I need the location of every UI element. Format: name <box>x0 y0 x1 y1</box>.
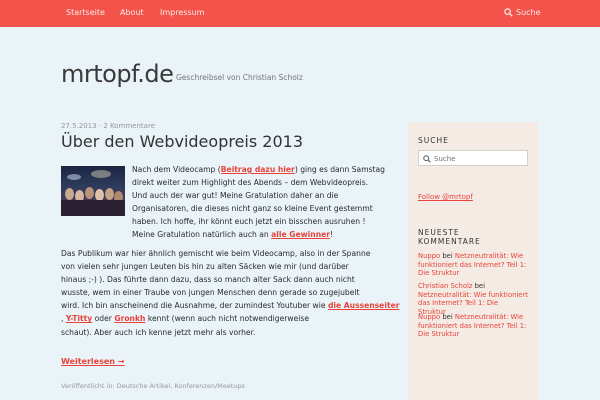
p1-line: haben. Ich hoffe, ihr könnt euch jetzt e… <box>132 217 366 227</box>
search-icon <box>423 155 431 163</box>
post-paragraph-2: Das Publikum war hier ähnlich gemischt w… <box>61 247 406 339</box>
recent-comments-heading-line-1: NEUESTE <box>418 228 460 237</box>
post-comments-link[interactable]: 2 Kommentare <box>103 122 155 130</box>
alle-gewinner-link[interactable]: alle Gewinner <box>271 230 330 239</box>
sidebar-search-box[interactable] <box>418 150 528 166</box>
top-navigation-bar: Startseite About Impressum Suche <box>0 0 600 27</box>
p2-line: Das Publikum war hier ähnlich gemischt w… <box>61 249 371 258</box>
follow-link[interactable]: Follow @mrtopf <box>418 193 473 201</box>
p2-line: schaut). Aber auch ich kenne jetzt mehr … <box>61 327 256 337</box>
nav-item-startseite[interactable]: Startseite <box>66 8 105 17</box>
post-thumbnail-image <box>61 166 125 216</box>
comment-author[interactable]: Christian Scholz <box>418 282 472 290</box>
p2-line: wusste, wem in einer Traube von jungen M… <box>61 288 360 298</box>
nav-search-label: Suche <box>516 8 541 17</box>
p2-line: von vielen sehr jungen Leuten bis hin zu… <box>61 262 349 272</box>
recent-comment-item: Nuppo bei Netzneutralität: Wie funktionie… <box>418 313 527 339</box>
recent-comment-item: Nuppo bei Netzneutralität: Wie funktionie… <box>418 252 527 278</box>
p1-line: Nach dem Videocamp (Beitrag dazu hier) g… <box>132 165 385 174</box>
gronkh-link[interactable]: Gronkh <box>114 314 145 323</box>
comment-author[interactable]: Nuppo <box>418 313 440 321</box>
sidebar: SUCHE Follow @mrtopf NEUESTE KOMMENTARE … <box>408 122 538 400</box>
sidebar-search-input[interactable] <box>434 153 524 164</box>
p2-line: wird. Ich bin anscheinend die Ausnahme, … <box>61 301 400 311</box>
p1-line: Organisatoren, die dieses nicht ganz so … <box>132 204 373 214</box>
recent-comment-item: Christian Scholz bei Netzneutralität: Wi… <box>418 282 528 316</box>
search-icon <box>504 8 513 17</box>
site-description: Geschreibsel von Christian Scholz <box>176 73 303 82</box>
p1-line: direkt weiter zum Highlight des Abends –… <box>132 178 369 188</box>
nav-item-impressum[interactable]: Impressum <box>160 8 204 17</box>
sidebar-search-heading: SUCHE <box>418 136 449 145</box>
p2-line: , Y-Titty oder Gronkh kennt (wenn auch n… <box>61 314 309 324</box>
comment-author[interactable]: Nuppo <box>418 252 440 260</box>
post-meta: 27.5.2013 · 2 Kommentare <box>61 122 155 130</box>
post-date[interactable]: 27.5.2013 <box>61 122 97 130</box>
recent-comments-heading-line-2: KOMMENTARE <box>418 237 481 246</box>
site-title[interactable]: mrtopf.de <box>61 60 174 88</box>
p1-line: Und auch der war gut! Meine Gratulation … <box>132 191 339 201</box>
aussenseiter-link[interactable]: die Aussenseiter <box>328 301 400 310</box>
p2-line: hinaus ;-) ). Das führte dann dazu, dass… <box>61 275 355 285</box>
read-more-link[interactable]: Weiterlesen → <box>61 357 124 366</box>
post-paragraph-1: Nach dem Videocamp (Beitrag dazu hier) g… <box>132 163 402 242</box>
post-categories: Veröffentlicht in: Deutsche Artikel, Kon… <box>61 382 245 390</box>
beitrag-link[interactable]: Beitrag dazu hier <box>221 165 295 174</box>
post-title[interactable]: Über den Webvideopreis 2013 <box>61 132 303 151</box>
nav-item-about[interactable]: About <box>120 8 144 17</box>
y-titty-link[interactable]: Y-Titty <box>66 314 92 323</box>
comment-post-link[interactable]: Netzneutralität: Wie funktioniert das Int… <box>418 291 528 316</box>
p1-line: Meine Gratulation natürlich auch an alle… <box>132 230 334 240</box>
